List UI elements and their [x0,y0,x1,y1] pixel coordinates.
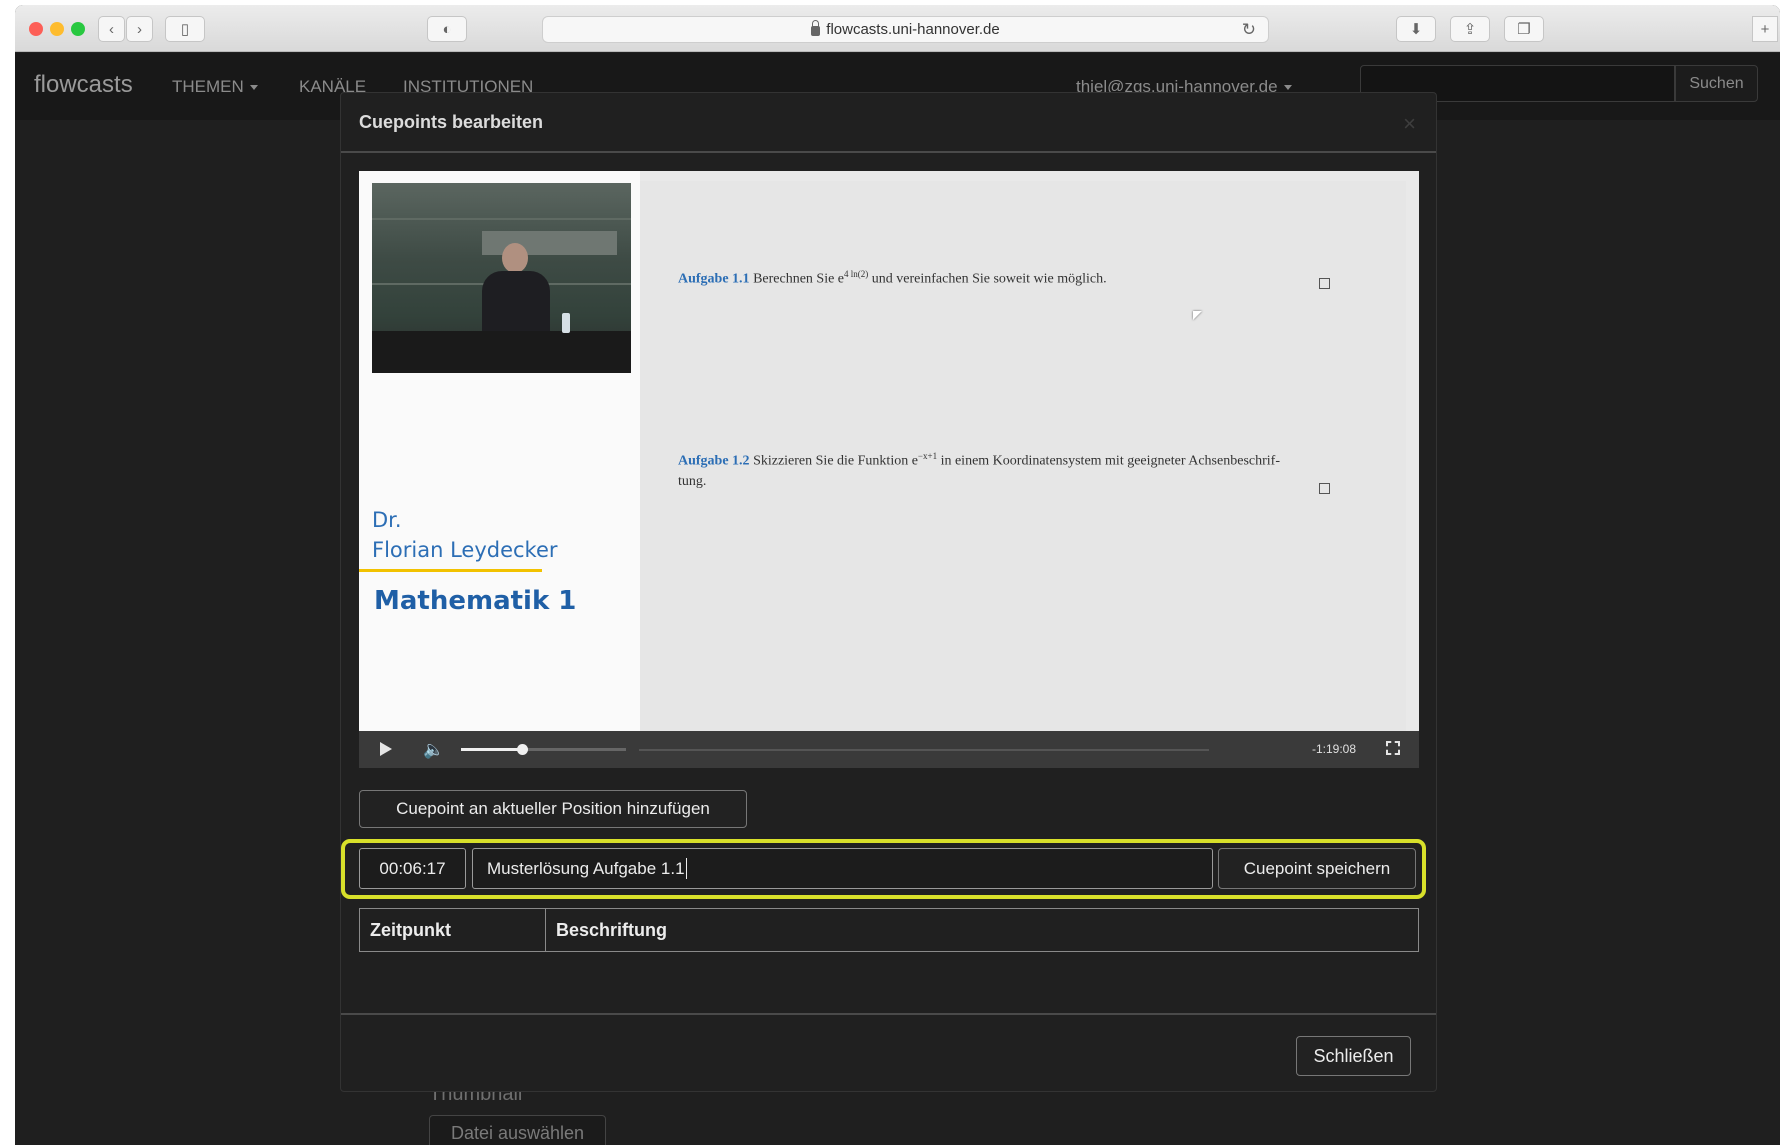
zoom-window-button[interactable] [71,22,85,36]
qed-box-icon [1319,483,1330,494]
speaker-title: Dr. [372,508,402,532]
task-1-rest: und vereinfachen Sie soweit wie möglich. [871,271,1107,287]
close-button[interactable]: Schließen [1296,1036,1411,1076]
site-brand[interactable]: flowcasts [34,71,133,99]
add-cuepoint-button[interactable]: Cuepoint an aktueller Position hinzufüge… [359,790,747,828]
mouse-pointer-icon [1193,311,1202,320]
task-2: Aufgabe 1.2 Skizzieren Sie die Funktion … [678,446,1368,492]
privacy-shield-icon[interactable]: ◐ [427,16,467,42]
cuepoints-table: Zeitpunkt Beschriftung [359,908,1419,952]
task-2-exponent: −x+1 [917,451,938,461]
browser-window: ‹ › ▯ ◐ flowcasts.uni-hannover.de ↻ ⬇ ⇪ … [15,5,1780,1145]
name-divider [359,569,542,572]
video-player[interactable]: Dr. Florian Leydecker Mathematik 1 Aufga… [359,171,1419,768]
video-controls: 🔈 -1:19:08 [359,731,1419,768]
task-2-rest: in einem Koordinatensystem mit geeignete… [940,453,1280,469]
forward-icon[interactable]: › [126,16,153,42]
task-2-text: Skizzieren Sie die Funktion e [753,453,918,469]
progress-bar[interactable] [639,749,1209,751]
download-icon[interactable]: ⬇ [1396,16,1436,42]
caret-down-icon [1283,85,1292,91]
course-title: Mathematik 1 [374,586,577,616]
modal-footer [341,1013,1436,1093]
volume-slider-handle[interactable] [517,744,528,755]
modal-title: Cuepoints bearbeiten [359,112,544,132]
lecture-slide: Aufgabe 1.1 Berechnen Sie e4 ln(2) und v… [640,181,1406,731]
close-icon[interactable]: × [1403,111,1416,137]
tabs-icon[interactable]: ❐ [1504,16,1544,42]
task-1-label: Aufgabe 1.1 [678,271,750,287]
speaker-name: Florian Leydecker [372,538,558,562]
cuepoint-time-field[interactable]: 00:06:17 [359,848,466,889]
fullscreen-icon[interactable] [1386,741,1400,755]
task-2-line2: tung. [678,473,707,489]
qed-box-icon [1319,278,1330,289]
save-cuepoint-button[interactable]: Cuepoint speichern [1218,848,1416,889]
remaining-time: -1:19:08 [1312,742,1357,756]
task-1: Aufgabe 1.1 Berechnen Sie e4 ln(2) und v… [678,264,1107,290]
back-icon[interactable]: ‹ [98,16,125,42]
caret-down-icon [249,85,258,91]
cuepoint-label-input[interactable]: Musterlösung Aufgabe 1.1 [472,848,1213,889]
new-tab-icon[interactable]: + [1752,16,1778,42]
search-button[interactable]: Suchen [1675,65,1758,102]
nav-item-themen[interactable]: THEMEN [172,77,258,97]
cuepoints-modal: Cuepoints bearbeiten × Dr. Florian Leyde… [340,92,1437,1092]
cuepoint-label-value: Musterlösung Aufgabe 1.1 [487,858,685,878]
volume-icon[interactable]: 🔈 [423,740,444,760]
play-icon[interactable] [380,742,392,756]
address-bar[interactable]: flowcasts.uni-hannover.de ↻ [542,16,1269,43]
lock-icon [811,19,821,36]
task-2-label: Aufgabe 1.2 [678,453,750,469]
reload-icon[interactable]: ↻ [1242,20,1256,40]
video-speaker-panel: Dr. Florian Leydecker Mathematik 1 [359,171,640,731]
choose-file-button[interactable]: Datei auswählen [429,1115,606,1145]
column-header-zeitpunkt: Zeitpunkt [359,908,546,952]
column-header-beschriftung: Beschriftung [545,908,1419,952]
sidebar-icon[interactable]: ▯ [165,16,205,42]
nav-item-label: THEMEN [172,77,244,96]
minimize-window-button[interactable] [50,22,64,36]
modal-header: Cuepoints bearbeiten × [341,93,1436,153]
browser-toolbar: ‹ › ▯ ◐ flowcasts.uni-hannover.de ↻ ⬇ ⇪ … [15,5,1780,52]
close-window-button[interactable] [29,22,43,36]
volume-slider-fill [461,748,522,751]
task-1-text: Berechnen Sie e [753,271,845,287]
table-header-row: Zeitpunkt Beschriftung [359,908,1419,952]
lecturer-camera-image [372,183,631,373]
text-caret [685,858,687,879]
url-text: flowcasts.uni-hannover.de [826,21,1000,38]
task-1-exponent: 4 ln(2) [844,269,869,279]
share-icon[interactable]: ⇪ [1450,16,1490,42]
